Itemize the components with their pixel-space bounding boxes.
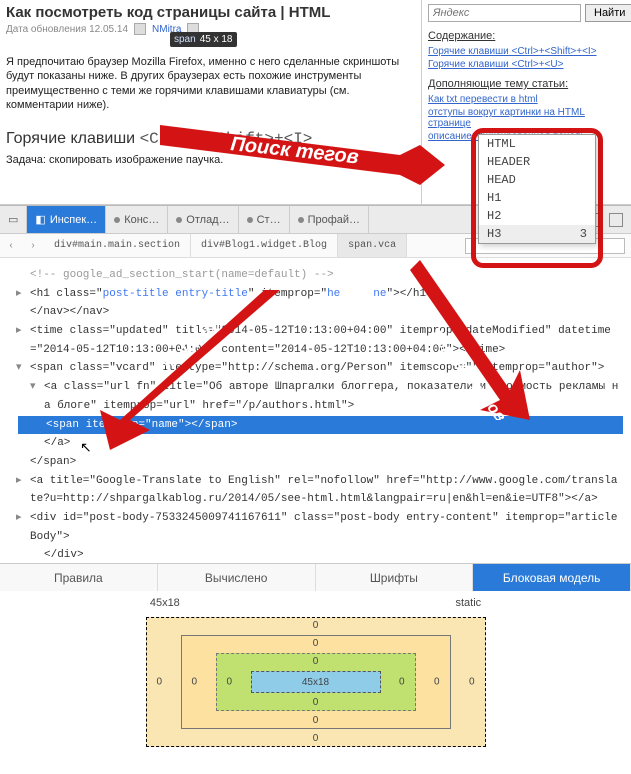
date-icon bbox=[134, 23, 146, 35]
nav-forward-icon[interactable]: › bbox=[26, 239, 40, 253]
box-content[interactable]: 45x18 bbox=[251, 671, 381, 693]
related-link-1[interactable]: Как txt перевести в html bbox=[428, 94, 625, 105]
box-position: static bbox=[455, 597, 481, 609]
tab-rules[interactable]: Правила bbox=[0, 564, 158, 591]
devtools-toggle[interactable]: ▭ bbox=[0, 206, 27, 233]
search-input[interactable] bbox=[428, 4, 581, 22]
style-icon bbox=[247, 217, 253, 223]
box-dim: 45x18 bbox=[150, 597, 180, 609]
related-link-2[interactable]: отступы вокруг картинки на HTML странице bbox=[428, 107, 625, 129]
tag-dropdown[interactable]: HTML HEADER HEAD H1 H2 H33 bbox=[478, 134, 596, 244]
tab-console[interactable]: Конс… bbox=[106, 206, 168, 233]
toc-link-1[interactable]: Горячие клавиши <Ctrl>+<Shift>+<I> bbox=[428, 46, 625, 57]
dropdown-item: HEAD bbox=[479, 171, 595, 189]
intro-paragraph: Я предпочитаю браузер Mozilla Firefox, и… bbox=[6, 55, 415, 112]
tab-style[interactable]: Ст… bbox=[239, 206, 290, 233]
breadcrumb[interactable]: div#main.main.section bbox=[44, 234, 191, 257]
tab-box-model[interactable]: Блоковая модель bbox=[473, 564, 631, 591]
dropdown-item: HEADER bbox=[479, 153, 595, 171]
tab-profiler[interactable]: Профай… bbox=[290, 206, 369, 233]
element-tooltip: span45 x 18 bbox=[170, 32, 237, 47]
page-title: Как посмотреть код страницы сайта | HTML bbox=[6, 4, 415, 21]
tab-computed[interactable]: Вычислено bbox=[158, 564, 316, 591]
debugger-icon bbox=[176, 217, 182, 223]
related-heading: Дополняющие тему статьи: bbox=[428, 78, 625, 90]
nav-back-icon[interactable]: ‹ bbox=[4, 239, 18, 253]
search-button[interactable]: Найти bbox=[585, 4, 631, 22]
breadcrumb[interactable]: span.vca bbox=[338, 234, 407, 257]
toc-link-2[interactable]: Горячие клавиши <Ctrl>+<U> bbox=[428, 59, 625, 70]
html-tree[interactable]: <!-- google_ad_section_start(name=defaul… bbox=[0, 258, 631, 563]
close-icon[interactable] bbox=[609, 213, 623, 227]
inspector-icon: ◧ bbox=[35, 213, 45, 226]
cursor-icon: ↖ bbox=[80, 438, 92, 462]
sub-heading: Горячие клавиши <Ctrl>+<Shift>+<I> bbox=[6, 130, 415, 148]
profiler-icon bbox=[298, 217, 304, 223]
box-model-panel: 45x18 static 0 0 0 0 0 0 0 0 0 0 0 0 bbox=[0, 591, 631, 774]
dropdown-item: H1 bbox=[479, 189, 595, 207]
panel-icon: ▭ bbox=[8, 213, 18, 226]
dropdown-item: H33 bbox=[479, 225, 595, 243]
console-icon bbox=[114, 217, 120, 223]
task-text: Задача: скопировать изображение паучка. bbox=[6, 154, 415, 166]
selected-node[interactable]: <span itemprop="name"></span> bbox=[18, 416, 623, 435]
contents-heading: Содержание: bbox=[428, 30, 625, 42]
breadcrumb[interactable]: div#Blog1.widget.Blog bbox=[191, 234, 338, 257]
dropdown-item: H2 bbox=[479, 207, 595, 225]
tab-debugger[interactable]: Отлад… bbox=[168, 206, 238, 233]
tab-fonts[interactable]: Шрифты bbox=[316, 564, 474, 591]
dropdown-item: HTML bbox=[479, 135, 595, 153]
tab-inspector[interactable]: ◧Инспек… bbox=[27, 206, 106, 233]
